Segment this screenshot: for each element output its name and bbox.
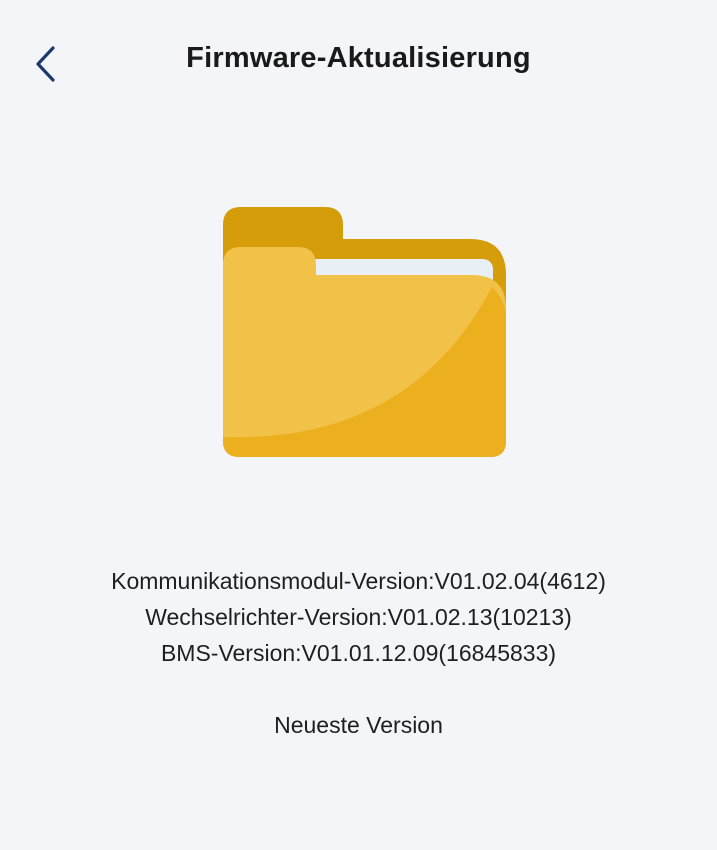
- page-title: Firmware-Aktualisierung: [186, 42, 531, 74]
- header: Firmware-Aktualisierung: [0, 0, 717, 120]
- folder-icon: [223, 207, 506, 457]
- bms-version: BMS-Version:V01.01.12.09(16845833): [160, 640, 557, 666]
- folder-illustration: [220, 205, 510, 460]
- firmware-update-screen: Firmware-Aktualisierung Kommunikationsmo…: [0, 0, 717, 850]
- status-text: Neueste Version: [274, 712, 443, 738]
- version-list: Kommunikationsmodul-Version:V01.02.04(46…: [0, 563, 717, 671]
- inverter-version: Wechselrichter-Version:V01.02.13(10213): [145, 604, 572, 630]
- communication-module-version: Kommunikationsmodul-Version:V01.02.04(46…: [111, 568, 606, 594]
